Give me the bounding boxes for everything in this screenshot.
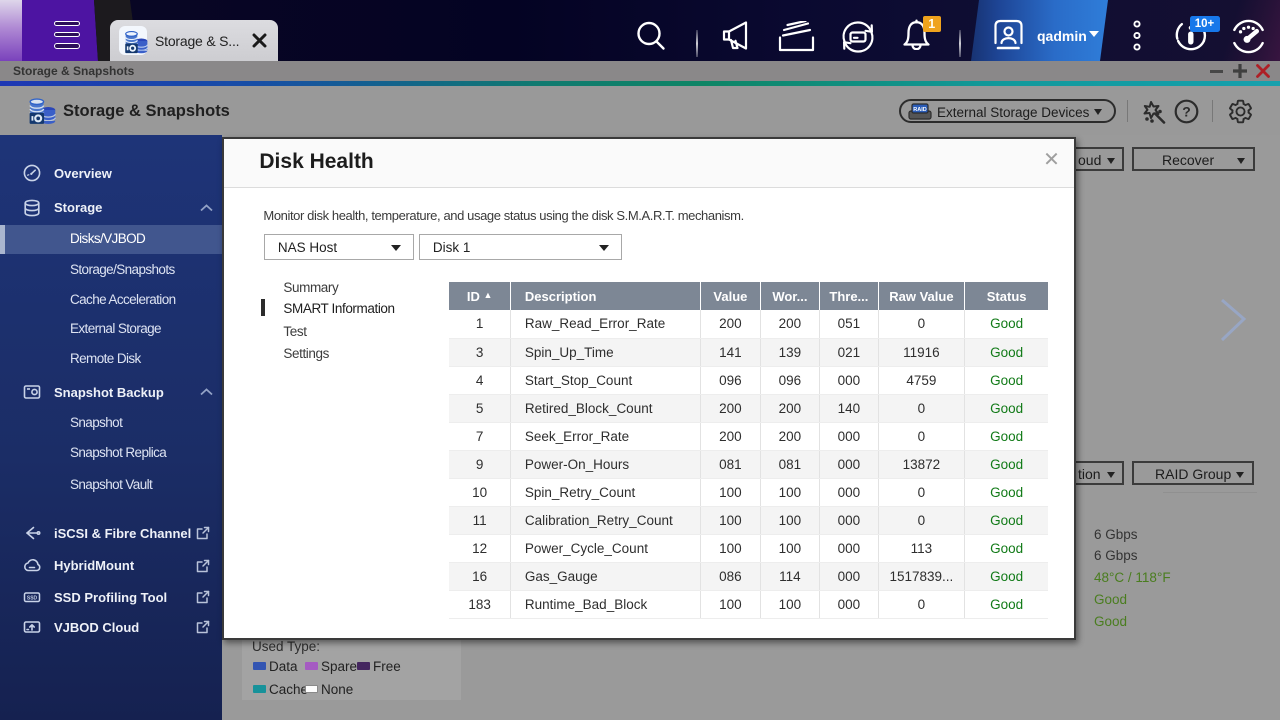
svg-text:RAID: RAID bbox=[913, 107, 926, 113]
svg-text:?: ? bbox=[1182, 104, 1191, 120]
svg-text:SSD: SSD bbox=[27, 596, 38, 602]
